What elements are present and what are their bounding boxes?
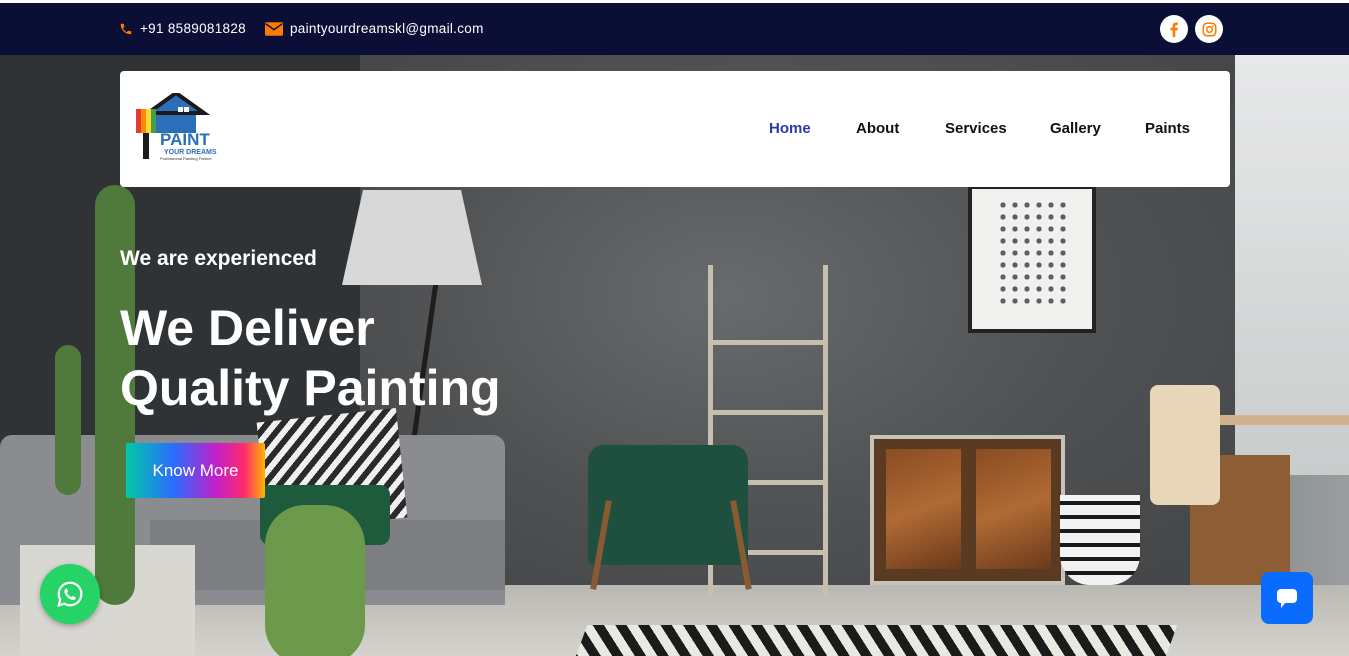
hero-kicker: We are experienced bbox=[120, 247, 317, 270]
hero-headline-line2: Quality Painting bbox=[120, 360, 501, 416]
envelope-icon bbox=[265, 21, 283, 36]
logo-subtitle: YOUR DREAMS bbox=[164, 149, 217, 156]
facebook-link[interactable] bbox=[1160, 15, 1188, 43]
whatsapp-button[interactable] bbox=[40, 564, 100, 624]
phone-contact[interactable]: +91 8589081828 bbox=[119, 21, 246, 36]
hero-wall-frame bbox=[968, 185, 1096, 333]
site-logo[interactable]: PAINT YOUR DREAMS Professional Painting … bbox=[134, 90, 230, 163]
whatsapp-icon bbox=[57, 581, 83, 607]
instagram-icon bbox=[1201, 21, 1217, 37]
phone-number: +91 8589081828 bbox=[140, 21, 246, 36]
hero-office-chair bbox=[1150, 385, 1220, 505]
header-nav-card: PAINT YOUR DREAMS Professional Painting … bbox=[120, 71, 1230, 187]
hero-cactus-arm bbox=[55, 345, 81, 495]
hero-window bbox=[1235, 55, 1349, 475]
hero-armchair bbox=[588, 445, 748, 565]
hero-basket bbox=[1060, 495, 1140, 585]
chat-button[interactable] bbox=[1261, 572, 1313, 624]
know-more-button[interactable]: Know More bbox=[126, 443, 265, 498]
hero-sideboard bbox=[870, 435, 1065, 585]
hero-cactus-front bbox=[265, 505, 365, 656]
facebook-icon bbox=[1170, 21, 1178, 37]
phone-icon bbox=[120, 23, 132, 34]
chat-icon bbox=[1277, 589, 1297, 608]
nav-gallery[interactable]: Gallery bbox=[1050, 120, 1101, 137]
email-address: paintyourdreamskl@gmail.com bbox=[290, 21, 484, 36]
hero-sideboard-door bbox=[976, 449, 1051, 569]
nav-services[interactable]: Services bbox=[945, 120, 1007, 137]
hero-shelf-board bbox=[713, 410, 823, 415]
hero-rug bbox=[572, 625, 1178, 656]
hero-sideboard-door bbox=[886, 449, 961, 569]
hero-lamp-shade bbox=[342, 190, 482, 285]
hero-shelf-board bbox=[713, 340, 823, 345]
logo-wordmark: PAINT bbox=[160, 130, 210, 149]
instagram-link[interactable] bbox=[1195, 15, 1223, 43]
top-bar: +91 8589081828 paintyourdreamskl@gmail.c… bbox=[0, 0, 1349, 55]
hero-frame-art bbox=[997, 199, 1067, 309]
nav-home[interactable]: Home bbox=[769, 120, 811, 137]
logo-tagline: Professional Painting Partner bbox=[160, 156, 212, 161]
nav-paints[interactable]: Paints bbox=[1145, 120, 1190, 137]
logo-house-icon: PAINT YOUR DREAMS Professional Painting … bbox=[136, 90, 217, 161]
nav-about[interactable]: About bbox=[856, 120, 899, 137]
email-contact[interactable]: paintyourdreamskl@gmail.com bbox=[265, 21, 484, 36]
hero-headline-line1: We Deliver bbox=[120, 300, 375, 356]
